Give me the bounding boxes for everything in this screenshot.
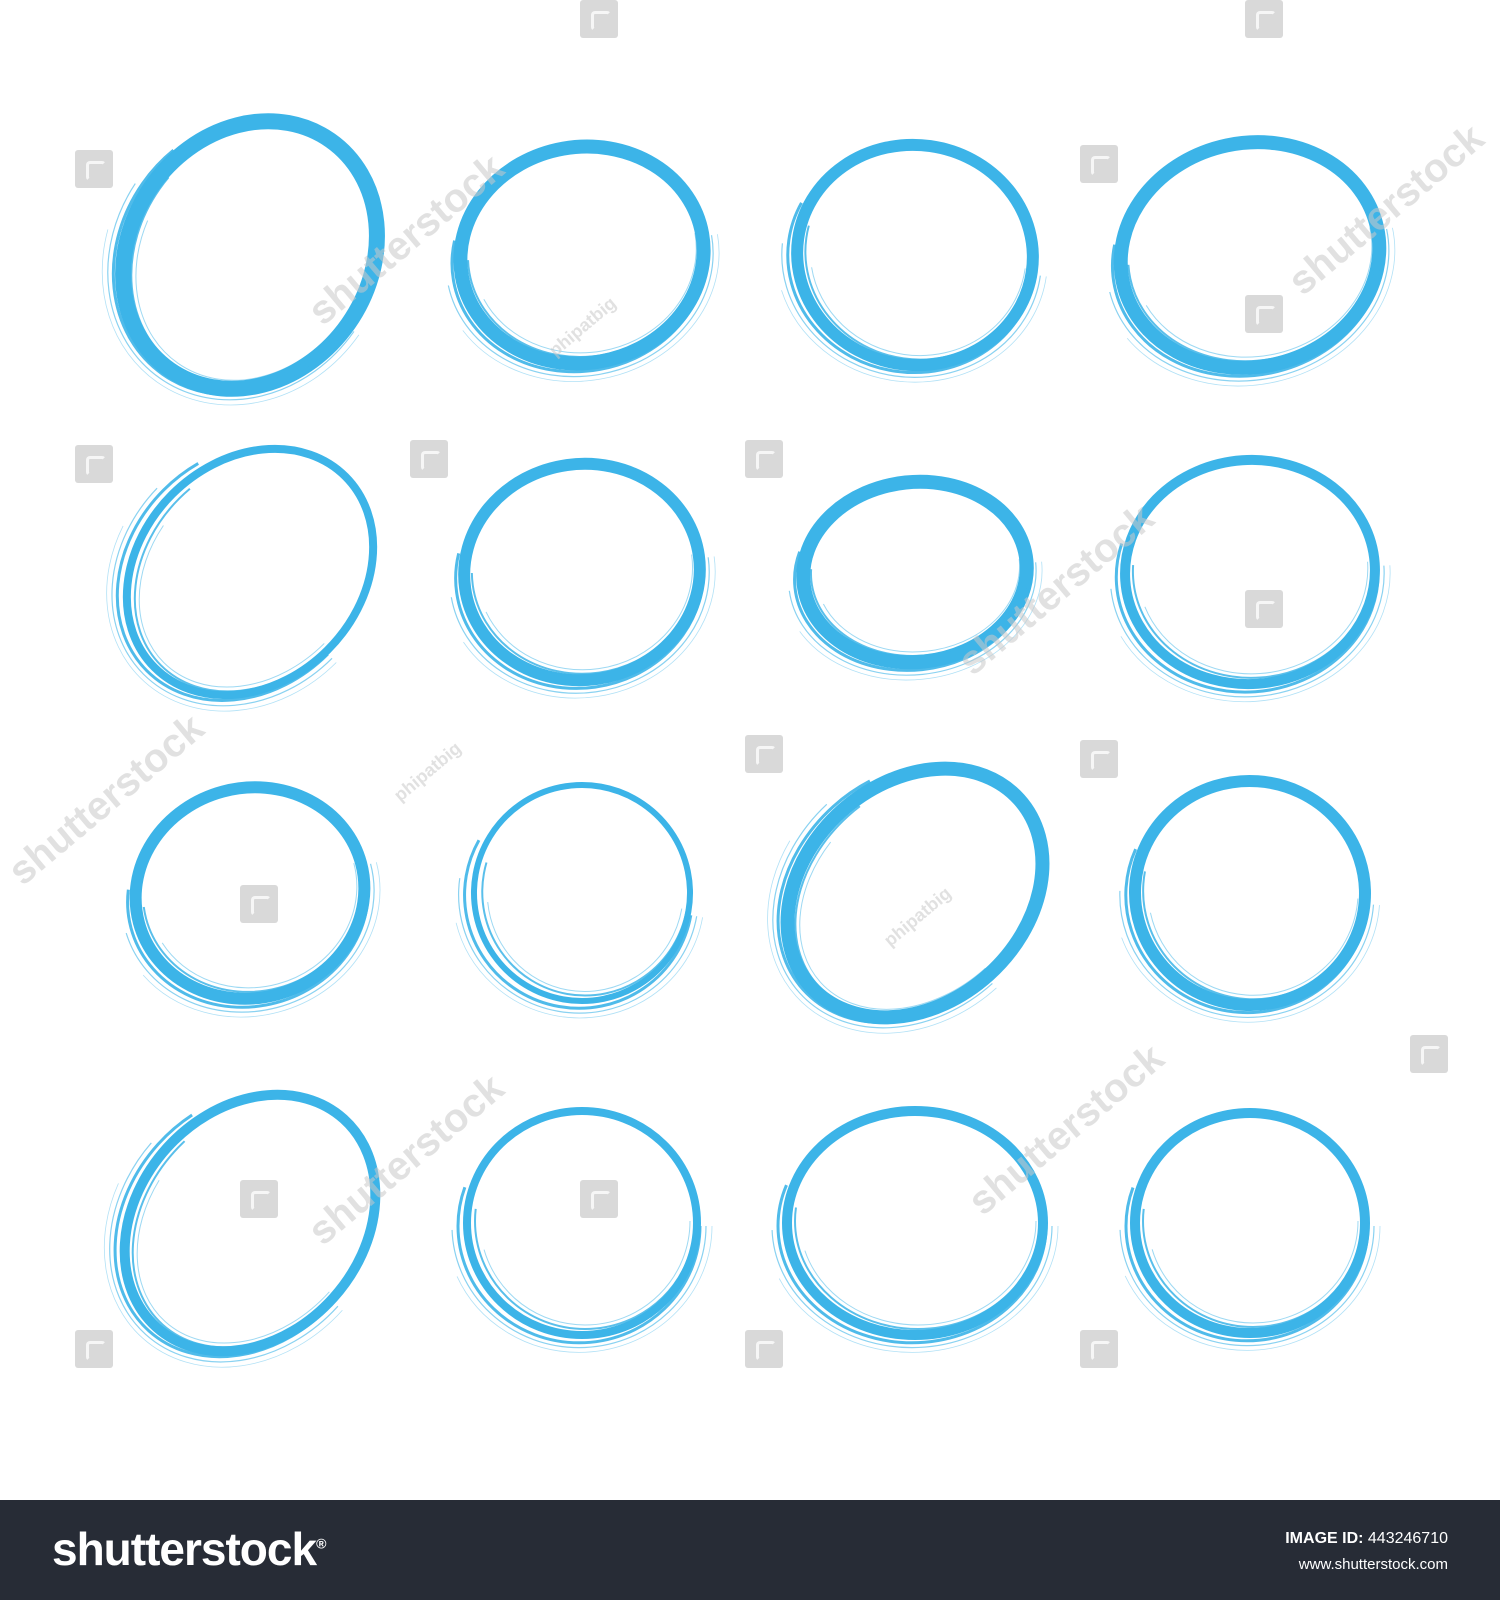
- circle-mark: [1085, 1058, 1415, 1388]
- stock-footer-bar: shutterstock® IMAGE ID: 443246710 www.sh…: [0, 1500, 1500, 1600]
- circle-mark: [750, 90, 1080, 420]
- circle-mark: [417, 1058, 747, 1388]
- circle-mark: [417, 407, 747, 737]
- circle-mark: [1085, 90, 1415, 420]
- circle-mark: [85, 728, 415, 1058]
- circle-mark: [417, 90, 747, 420]
- circle-mark: [1085, 728, 1415, 1058]
- image-id: IMAGE ID: 443246710: [1285, 1530, 1448, 1548]
- circle-mark: [85, 90, 415, 420]
- footer-logo-mark: ®: [316, 1535, 326, 1552]
- image-id-value: 443246710: [1367, 1530, 1448, 1547]
- footer-url: www.shutterstock.com: [1298, 1556, 1448, 1573]
- image-id-label: IMAGE ID:: [1285, 1530, 1364, 1547]
- circle-mark: [1085, 407, 1415, 737]
- footer-logo-text: shutterstock: [52, 1523, 317, 1575]
- circle-mark: [85, 1058, 415, 1388]
- circle-grid: [0, 0, 1500, 1500]
- circle-mark: [85, 407, 415, 737]
- circle-mark: [750, 1058, 1080, 1388]
- circle-mark: [750, 407, 1080, 737]
- image-canvas: shutterstock shutterstock shutterstock s…: [0, 0, 1500, 1500]
- circle-mark: [750, 728, 1080, 1058]
- circle-mark: [417, 728, 747, 1058]
- shutterstock-logo: shutterstock®: [52, 1522, 326, 1576]
